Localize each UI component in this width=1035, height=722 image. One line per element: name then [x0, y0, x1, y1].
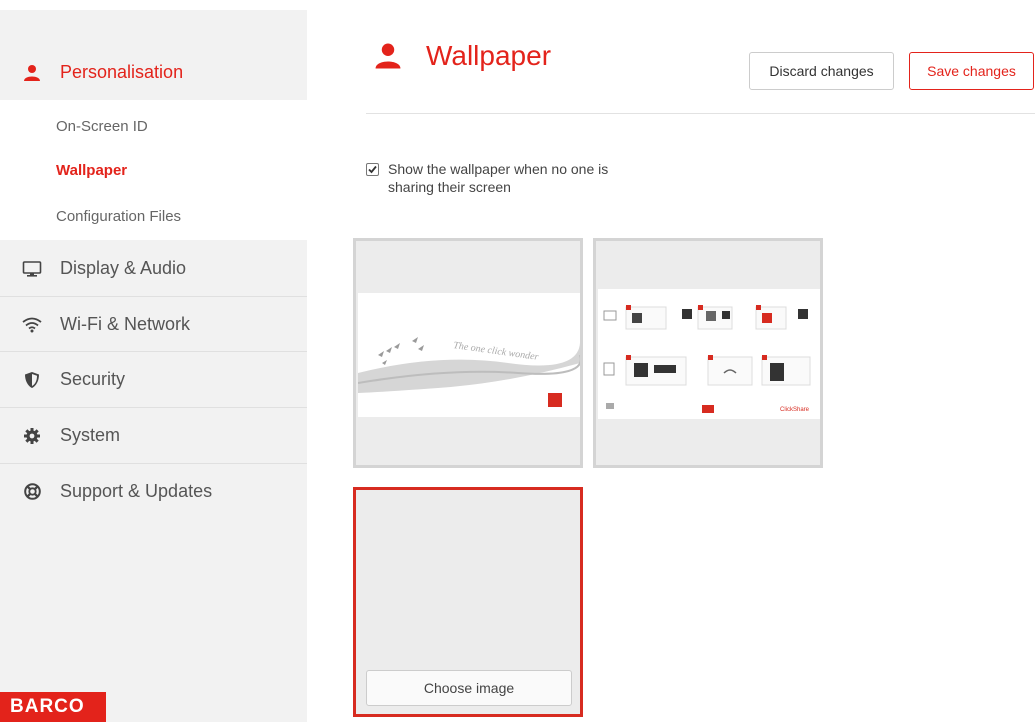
sidebar-item-display-audio[interactable]: Display & Audio	[0, 241, 307, 296]
sidebar: Personalisation On-Screen ID Wallpaper C…	[0, 0, 307, 722]
wallpaper-thumbnail: ClickShare	[598, 289, 820, 419]
show-wallpaper-option: Show the wallpaper when no one is sharin…	[366, 160, 658, 196]
user-icon	[22, 63, 42, 83]
sidebar-item-label: Personalisation	[60, 62, 184, 82]
subnav-item-on-screen-id[interactable]: On-Screen ID	[56, 118, 148, 135]
user-icon	[374, 42, 402, 70]
sidebar-item-label: Support & Updates	[60, 481, 213, 501]
page-title: Wallpaper	[374, 40, 551, 72]
thumbnail-tagline: The one click wonder	[453, 340, 540, 363]
wallpaper-tile-custom[interactable]: Choose image	[353, 487, 583, 717]
sidebar-top-spacer	[0, 0, 307, 10]
save-changes-button[interactable]: Save changes	[909, 52, 1034, 90]
sidebar-item-personalisation[interactable]: Personalisation	[0, 45, 307, 100]
lifebuoy-icon	[22, 482, 42, 502]
logo-text: BARCO	[10, 696, 85, 717]
wallpaper-tile-default[interactable]: The one click wonder	[353, 238, 583, 468]
sidebar-item-support-updates[interactable]: Support & Updates	[0, 464, 307, 519]
sidebar-item-label: Wi-Fi & Network	[60, 314, 190, 334]
monitor-icon	[22, 259, 42, 279]
header-divider	[366, 113, 1035, 114]
subnav-item-wallpaper[interactable]: Wallpaper	[56, 162, 127, 179]
sidebar-item-label: System	[60, 425, 121, 445]
sidebar-item-label: Security	[60, 369, 126, 389]
thumbnail-brand: ClickShare	[780, 407, 810, 413]
show-wallpaper-label: Show the wallpaper when no one is sharin…	[388, 161, 609, 195]
wallpaper-thumbnail: The one click wonder	[357, 293, 582, 417]
sidebar-item-security[interactable]: Security	[0, 352, 307, 407]
shield-icon	[22, 370, 42, 390]
subnav-item-configuration-files[interactable]: Configuration Files	[56, 208, 181, 225]
wifi-icon	[22, 315, 42, 335]
sidebar-item-label: Display & Audio	[60, 258, 187, 278]
discard-changes-button[interactable]: Discard changes	[749, 52, 894, 90]
sidebar-item-system[interactable]: System	[0, 408, 307, 463]
sidebar-item-wifi-network[interactable]: Wi-Fi & Network	[0, 297, 307, 352]
show-wallpaper-checkbox[interactable]	[366, 163, 379, 176]
barco-logo: BARCO	[0, 692, 106, 722]
page-title-text: Wallpaper	[426, 40, 552, 71]
sidebar-subnav: On-Screen ID Wallpaper Configuration Fil…	[0, 100, 307, 240]
gear-icon	[22, 426, 42, 446]
wallpaper-tile-instructions[interactable]: ClickShare	[593, 238, 823, 468]
choose-image-button[interactable]: Choose image	[366, 670, 572, 706]
